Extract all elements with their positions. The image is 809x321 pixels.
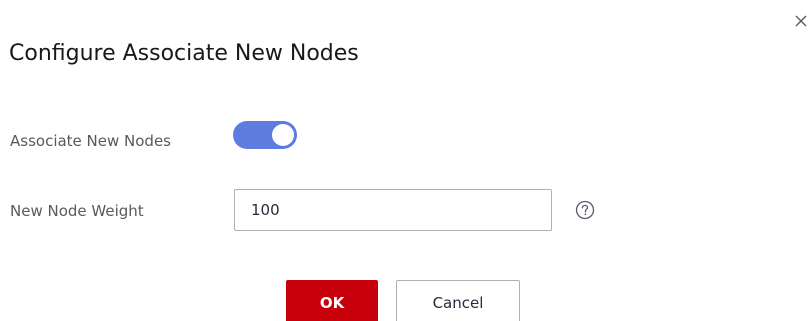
dialog-title: Configure Associate New Nodes — [9, 41, 359, 66]
configure-dialog: Configure Associate New Nodes Associate … — [0, 0, 809, 321]
associate-new-nodes-toggle[interactable] — [233, 121, 297, 149]
ok-button[interactable]: OK — [286, 280, 378, 321]
toggle-knob — [272, 124, 294, 146]
question-circle-icon[interactable] — [575, 200, 595, 220]
new-node-weight-label: New Node Weight — [10, 202, 144, 220]
new-node-weight-input[interactable] — [234, 189, 552, 231]
close-icon[interactable] — [794, 14, 808, 28]
cancel-button[interactable]: Cancel — [396, 280, 520, 321]
associate-new-nodes-label: Associate New Nodes — [10, 132, 172, 150]
